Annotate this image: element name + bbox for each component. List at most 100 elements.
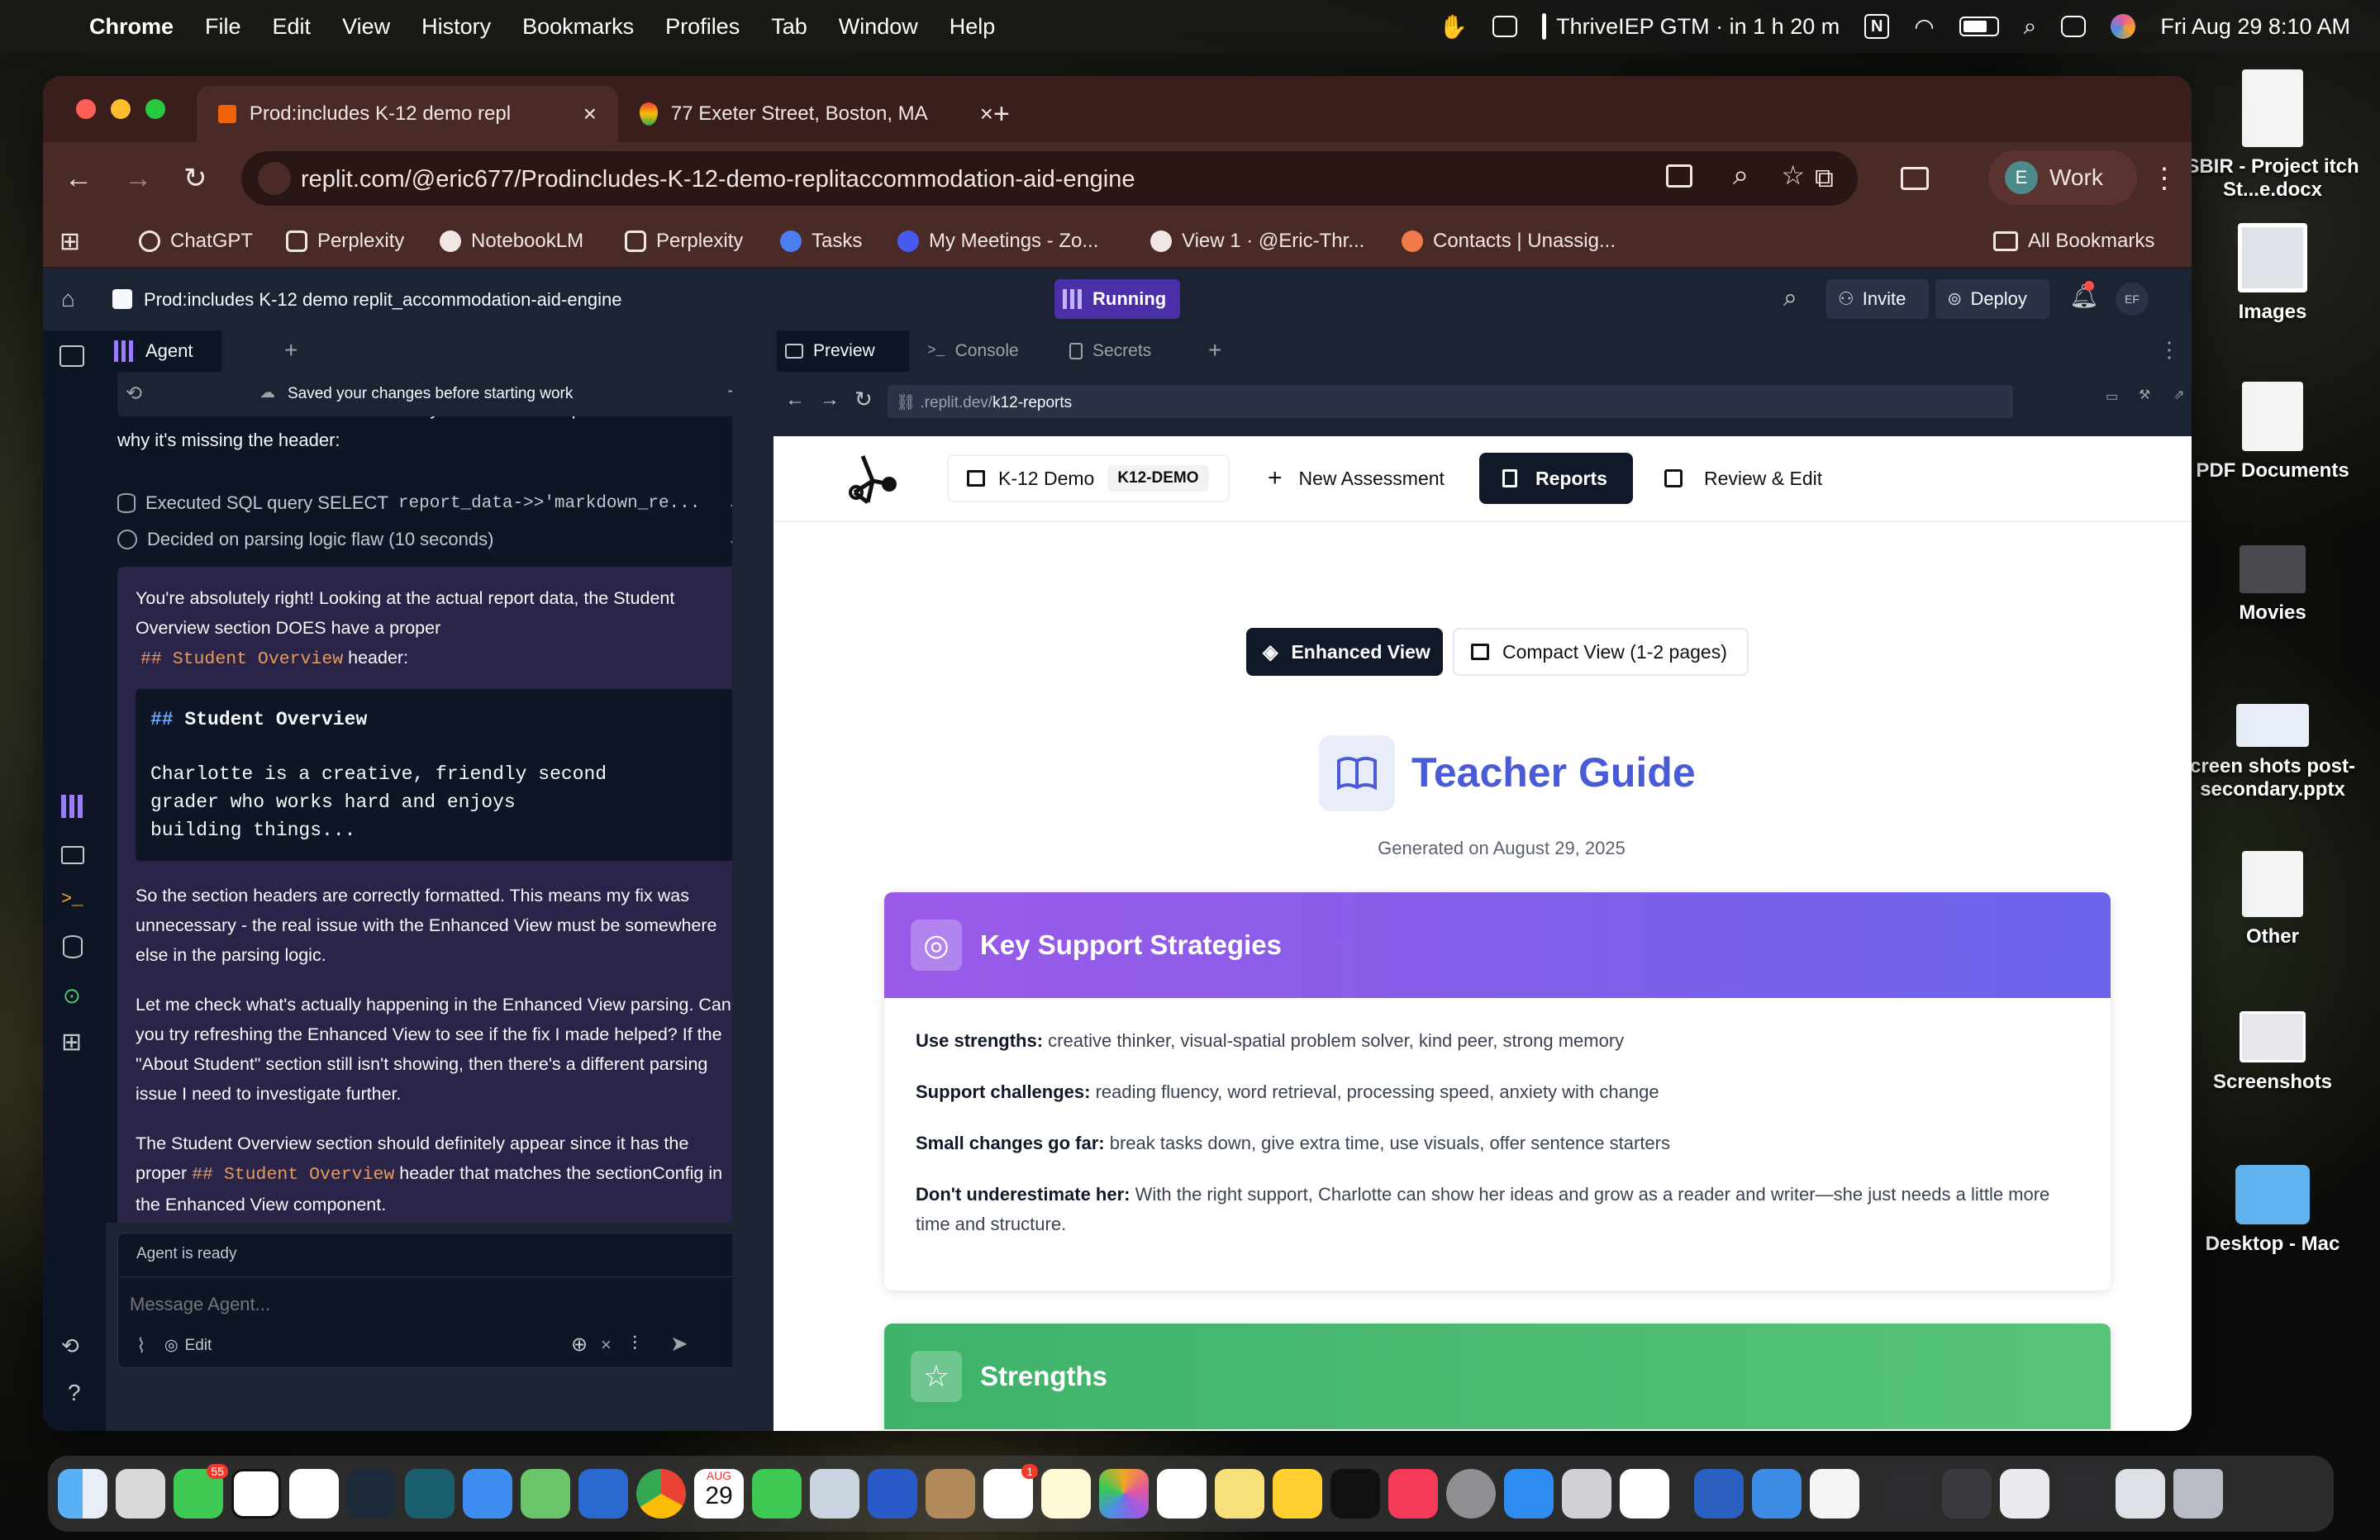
minimize-window-button[interactable] bbox=[111, 99, 131, 119]
mail-icon[interactable] bbox=[463, 1469, 512, 1519]
notion-status-icon[interactable]: N bbox=[1864, 14, 1890, 39]
menu-profiles[interactable]: Profiles bbox=[665, 14, 740, 40]
close-tab-icon[interactable]: × bbox=[583, 101, 597, 127]
slack-icon[interactable] bbox=[1620, 1469, 1669, 1519]
recent-app-2-icon[interactable] bbox=[1942, 1469, 1992, 1519]
pane-tab-console[interactable]: >_ Console bbox=[919, 330, 1059, 372]
menu-file[interactable]: File bbox=[205, 14, 241, 40]
home-icon[interactable]: ⌂ bbox=[61, 286, 75, 312]
open-new-window-icon[interactable]: ⇗ bbox=[2173, 387, 2184, 403]
url-text[interactable]: replit.com/@eric677/Prodincludes-K-12-de… bbox=[301, 166, 1135, 193]
voice-memos-icon[interactable] bbox=[868, 1469, 917, 1519]
zoom-icon[interactable]: ⌕ bbox=[1733, 159, 1749, 192]
all-bookmarks-button[interactable]: All Bookmarks bbox=[1993, 215, 2154, 268]
bookmark-chatgpt[interactable]: ChatGPT bbox=[139, 215, 253, 268]
help-icon[interactable]: ? bbox=[68, 1380, 81, 1406]
zoom-window-button[interactable] bbox=[145, 99, 165, 119]
sql-action-row[interactable]: Executed SQL query SELECT report_data->>… bbox=[117, 492, 752, 514]
system-settings-icon[interactable] bbox=[1446, 1469, 1496, 1519]
menu-view[interactable]: View bbox=[342, 14, 390, 40]
user-avatar[interactable]: EF bbox=[2116, 283, 2149, 316]
arc-icon[interactable] bbox=[347, 1469, 397, 1519]
preview-rail-icon[interactable] bbox=[61, 846, 84, 864]
bookmark-contacts[interactable]: Contacts | Unassig... bbox=[1402, 215, 1616, 268]
deployments-rail-icon[interactable]: ⊙ bbox=[63, 983, 81, 1009]
reading-mode-icon[interactable] bbox=[1901, 167, 1929, 190]
messages-icon[interactable]: 55 bbox=[174, 1464, 228, 1519]
music-icon[interactable] bbox=[1388, 1469, 1438, 1519]
site-info-icon[interactable] bbox=[258, 162, 291, 195]
nav-reports[interactable]: Reports bbox=[1479, 453, 1633, 504]
invite-button[interactable]: ⚇ Invite bbox=[1826, 279, 1929, 319]
run-status-button[interactable]: Running bbox=[1054, 279, 1180, 319]
preview-url-bar[interactable]: ⛓︎ .replit.dev/k12-reports bbox=[888, 385, 2013, 418]
battery-icon[interactable] bbox=[1959, 17, 1999, 36]
back-icon[interactable]: ← bbox=[64, 163, 93, 195]
menu-bookmarks[interactable]: Bookmarks bbox=[522, 14, 634, 40]
extensions-icon[interactable]: ⧉ bbox=[1815, 163, 1834, 194]
menu-window[interactable]: Window bbox=[839, 14, 918, 40]
settings-sliders-icon[interactable]: ⫶ bbox=[632, 1333, 637, 1356]
close-window-button[interactable] bbox=[76, 99, 96, 119]
forward-icon[interactable]: → bbox=[124, 163, 152, 195]
demo-tenant-button[interactable]: K-12 Demo K12-DEMO bbox=[947, 454, 1230, 502]
siri-icon[interactable] bbox=[2111, 14, 2136, 39]
bookmark-github[interactable]: View 1 · @Eric-Thr... bbox=[1150, 215, 1364, 268]
attach-icon[interactable]: ⌇ bbox=[136, 1334, 146, 1358]
photos-icon[interactable] bbox=[1099, 1469, 1149, 1519]
menu-help[interactable]: Help bbox=[950, 14, 996, 40]
clear-icon[interactable]: × bbox=[601, 1334, 612, 1356]
clock[interactable]: Fri Aug 29 8:10 AM bbox=[2160, 14, 2350, 40]
finder-icon[interactable] bbox=[58, 1469, 107, 1519]
bookmark-perplexity-2[interactable]: Perplexity bbox=[625, 215, 743, 268]
address-bar[interactable]: replit.com/@eric677/Prodincludes-K-12-de… bbox=[241, 151, 1858, 206]
recent-app-1-icon[interactable] bbox=[1884, 1469, 1934, 1519]
all-tools-icon[interactable]: ⊞ bbox=[61, 1028, 82, 1057]
nav-review-edit[interactable]: Review & Edit bbox=[1648, 454, 1839, 502]
pane-tab-preview[interactable]: Preview bbox=[777, 330, 909, 372]
feedback-icon[interactable]: ⟲ bbox=[61, 1333, 79, 1359]
desktop-item-other[interactable]: Other bbox=[2173, 851, 2372, 948]
trash-icon[interactable] bbox=[2173, 1469, 2223, 1519]
nav-new-assessment[interactable]: + New Assessment bbox=[1248, 454, 1464, 502]
database-rail-icon[interactable] bbox=[63, 935, 83, 958]
notes-status-icon[interactable] bbox=[1492, 16, 1518, 37]
bookmark-star-icon[interactable]: ☆ bbox=[1781, 159, 1805, 191]
devtools-icon[interactable]: ⚒ bbox=[2139, 387, 2150, 403]
desktop-item-screenshots[interactable]: Screenshots bbox=[2173, 1011, 2372, 1094]
agent-rail-icon[interactable] bbox=[61, 795, 84, 818]
desktop-item-sbir-doc[interactable]: SBIR - Project itch St...e.docx bbox=[2173, 69, 2372, 202]
console-rail-icon[interactable]: >_ bbox=[61, 889, 83, 910]
compact-view-button[interactable]: Compact View (1-2 pages) bbox=[1453, 628, 1749, 676]
wifi-icon[interactable]: ◠ bbox=[1914, 13, 1934, 40]
desktop-item-movies[interactable]: Movies bbox=[2173, 545, 2372, 625]
audio-icon[interactable]: ✋ bbox=[1439, 13, 1468, 40]
preview-back-icon[interactable]: ← bbox=[785, 388, 805, 411]
add-tab-button[interactable]: + bbox=[284, 337, 298, 364]
apps-grid-button[interactable]: ⊞ bbox=[60, 215, 80, 268]
recent-app-3-icon[interactable] bbox=[2000, 1469, 2049, 1519]
stickies-icon[interactable] bbox=[1215, 1469, 1264, 1519]
desktop-item-pptx[interactable]: creen shots post-secondary.pptx bbox=[2173, 704, 2372, 801]
agent-tab[interactable]: Agent bbox=[106, 330, 221, 372]
menu-app-name[interactable]: Chrome bbox=[89, 14, 174, 40]
bookmark-perplexity[interactable]: Perplexity bbox=[286, 215, 404, 268]
app-logo[interactable] bbox=[838, 448, 907, 514]
contacts-icon[interactable] bbox=[926, 1469, 975, 1519]
spotlight-search-icon[interactable]: ⌕ bbox=[2024, 13, 2037, 40]
pane-tab-secrets[interactable]: Secrets bbox=[1061, 330, 1193, 372]
enhanced-view-button[interactable]: ◈ Enhanced View bbox=[1246, 628, 1443, 676]
desktop-item-pdf-documents[interactable]: PDF Documents bbox=[2173, 382, 2372, 482]
control-center-icon[interactable] bbox=[2061, 16, 2087, 37]
new-tab-button[interactable]: + bbox=[972, 86, 1031, 142]
calendar-event-status[interactable]: ThriveIEP GTM · in 1 h 20 m bbox=[1542, 13, 1840, 40]
reload-icon[interactable]: ↻ bbox=[183, 162, 207, 195]
web-search-icon[interactable]: ⊕ bbox=[571, 1333, 588, 1357]
notes-icon[interactable] bbox=[1041, 1469, 1091, 1519]
edit-mode-button[interactable]: ◎ Edit bbox=[164, 1336, 212, 1355]
menu-history[interactable]: History bbox=[421, 14, 491, 40]
history-icon[interactable]: ⟲ bbox=[126, 382, 142, 406]
send-icon[interactable]: ➤ bbox=[670, 1331, 688, 1357]
chrome-icon[interactable] bbox=[636, 1469, 686, 1519]
menu-edit[interactable]: Edit bbox=[273, 14, 312, 40]
